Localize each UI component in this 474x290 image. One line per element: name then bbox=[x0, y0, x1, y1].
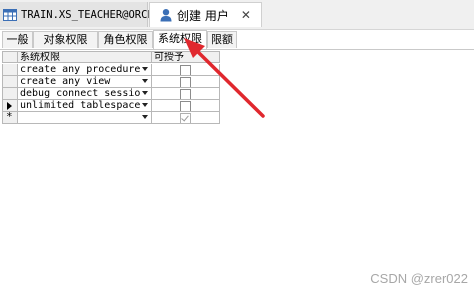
row-indicator[interactable]: * bbox=[2, 112, 18, 124]
sub-tab-bar: 一般 对象权限 角色权限 系统权限 限额 bbox=[0, 30, 474, 50]
privilege-value: create any procedure bbox=[20, 64, 141, 75]
tab-system-privileges[interactable]: 系统权限 bbox=[153, 30, 207, 49]
dropdown-arrow-icon[interactable] bbox=[142, 91, 148, 95]
privilege-cell[interactable]: debug connect sessio bbox=[18, 88, 152, 100]
grantable-cell[interactable] bbox=[152, 112, 220, 124]
grantable-checkbox[interactable] bbox=[180, 77, 191, 87]
grantable-cell[interactable] bbox=[152, 100, 220, 112]
privilege-value: unlimited tablespace bbox=[20, 100, 141, 111]
table-icon bbox=[3, 8, 17, 21]
privilege-cell[interactable]: create any view bbox=[18, 76, 152, 88]
privilege-value: debug connect sessio bbox=[20, 88, 141, 99]
grantable-checkbox[interactable] bbox=[180, 113, 191, 123]
row-indicator[interactable] bbox=[2, 64, 18, 76]
row-indicator[interactable] bbox=[2, 100, 18, 112]
grantable-cell[interactable] bbox=[152, 64, 220, 76]
dropdown-arrow-icon[interactable] bbox=[142, 79, 148, 83]
dropdown-arrow-icon[interactable] bbox=[142, 115, 148, 119]
grantable-checkbox[interactable] bbox=[180, 101, 191, 111]
tab-table-train[interactable]: TRAIN.XS_TEACHER@ORCL bbox=[0, 2, 154, 27]
dropdown-arrow-icon[interactable] bbox=[142, 103, 148, 107]
header-corner bbox=[2, 51, 18, 63]
privilege-cell[interactable] bbox=[18, 112, 152, 124]
tab-create-user[interactable]: 创建 用户 ✕ bbox=[149, 2, 262, 27]
row-indicator[interactable] bbox=[2, 88, 18, 100]
dropdown-arrow-icon[interactable] bbox=[142, 67, 148, 71]
watermark: CSDN @zrer022 bbox=[370, 271, 468, 286]
tab-object-privileges[interactable]: 对象权限 bbox=[33, 31, 98, 48]
tab-quota[interactable]: 限额 bbox=[207, 31, 237, 48]
grantable-checkbox[interactable] bbox=[180, 89, 191, 99]
tab-label: 创建 用户 bbox=[177, 8, 229, 23]
column-header-privilege[interactable]: 系统权限 bbox=[18, 51, 152, 63]
window-tab-bar: TRAIN.XS_TEACHER@ORCL 创建 用户 ✕ bbox=[0, 0, 474, 30]
current-row-pointer-icon bbox=[7, 102, 12, 110]
privilege-value: create any view bbox=[20, 76, 111, 87]
grantable-cell[interactable] bbox=[152, 76, 220, 88]
privilege-cell[interactable]: create any procedure bbox=[18, 64, 152, 76]
grantable-checkbox[interactable] bbox=[180, 65, 191, 75]
row-indicator[interactable] bbox=[2, 76, 18, 88]
tab-general[interactable]: 一般 bbox=[2, 31, 33, 48]
column-header-grantable[interactable]: 可授予 bbox=[152, 51, 220, 63]
user-icon bbox=[159, 8, 173, 22]
grantable-cell[interactable] bbox=[152, 88, 220, 100]
privilege-cell[interactable]: unlimited tablespace bbox=[18, 100, 152, 112]
close-icon[interactable]: ✕ bbox=[241, 8, 251, 22]
new-row-marker: * bbox=[6, 112, 13, 123]
tab-label: TRAIN.XS_TEACHER@ORCL bbox=[21, 8, 154, 21]
tab-role-privileges[interactable]: 角色权限 bbox=[98, 31, 153, 48]
